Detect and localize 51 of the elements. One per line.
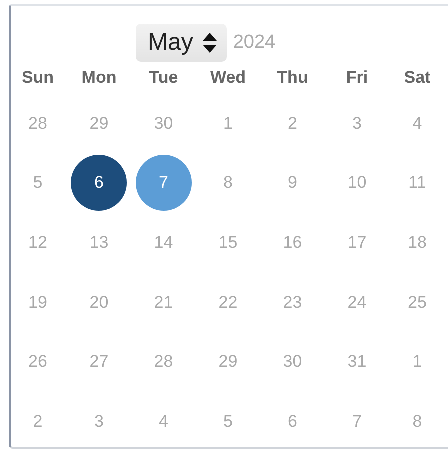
day-cell-text: 26: [28, 351, 48, 374]
spinner-icon: [203, 33, 218, 53]
day-cell-text: 30: [282, 351, 304, 374]
weekday-label: Mon: [82, 67, 117, 89]
weekday-label: Thu: [277, 67, 308, 89]
day-cell-text: 25: [407, 292, 428, 314]
day-cell-text: 3: [352, 112, 363, 135]
day-cell-text: 4: [158, 410, 170, 433]
day-cell-text: 31: [346, 351, 368, 374]
day-cell-text: 14: [153, 232, 174, 254]
day-cell-text: 2: [287, 112, 298, 135]
day-cell-text: 8: [222, 172, 234, 194]
day-cell-text: 1: [222, 112, 234, 135]
day-cell-text: 2: [32, 410, 44, 433]
day-cell-text: 10: [346, 172, 368, 194]
day-cell-text: 5: [222, 410, 234, 433]
weekday-label: Sat: [404, 67, 431, 89]
month-select[interactable]: May: [136, 24, 228, 62]
day-cell-text: 9: [287, 172, 298, 194]
day-cell-text: 29: [88, 112, 110, 135]
day-cell-text: 13: [88, 232, 110, 254]
year-label: 2024: [233, 32, 276, 54]
day-cell-text: 8: [412, 410, 424, 433]
day-cell[interactable]: 6: [71, 155, 128, 212]
day-cell-text: 27: [88, 351, 110, 374]
day-cell-text: 16: [282, 232, 304, 254]
day-cell-text: 19: [28, 292, 48, 314]
weekday-label: Fri: [346, 67, 368, 89]
day-cell-text: 15: [218, 232, 239, 254]
day-cell-text: 20: [88, 292, 110, 314]
day-cell-text: 30: [153, 112, 174, 135]
day-cell-text: 4: [412, 112, 424, 135]
day-cell-text: 3: [94, 410, 105, 433]
day-cell-text: 21: [153, 292, 174, 314]
day-cell-text: 29: [218, 351, 239, 374]
day-cell-text: 24: [346, 292, 368, 314]
day-cell-text: 7: [352, 410, 363, 433]
day-cell-text: 28: [153, 351, 174, 374]
weekday-label: Sun: [22, 67, 54, 89]
day-cell-text: 18: [407, 232, 428, 254]
day-cell-text: 12: [28, 232, 48, 254]
day-cell-text: 5: [32, 172, 44, 194]
day-cell-text: 1: [412, 351, 424, 374]
weekday-label: Wed: [210, 67, 246, 89]
day-cell-text: 17: [346, 232, 368, 254]
day-cell-text: 22: [218, 292, 239, 314]
day-cell-text: 23: [282, 292, 304, 314]
day-cell-text: 6: [287, 410, 298, 433]
weekday-label: Tue: [149, 67, 178, 89]
day-cell-text: 11: [408, 172, 428, 194]
day-cell-text: 28: [28, 112, 48, 135]
